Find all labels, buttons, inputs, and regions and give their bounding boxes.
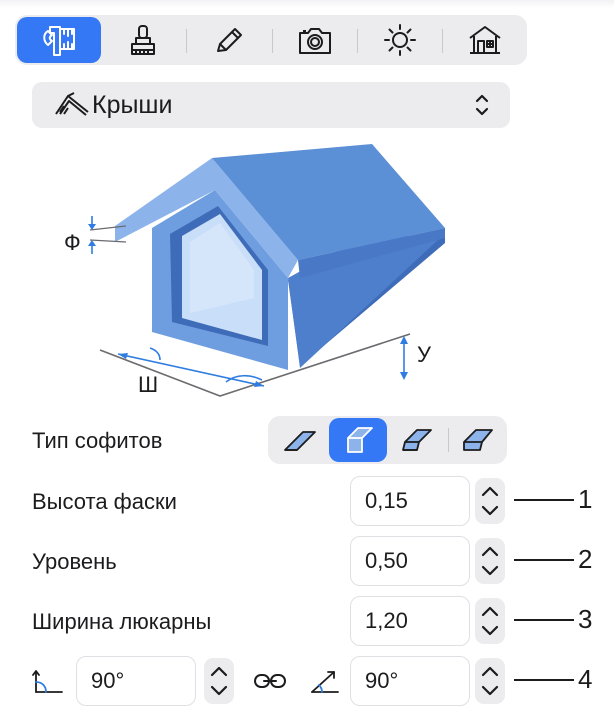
soffit-vertical-icon: [347, 427, 373, 453]
right-angle-stepper[interactable]: [475, 658, 505, 704]
callout-number-2: 2: [578, 544, 593, 574]
stepper-arrows-icon: [210, 666, 228, 696]
tool-lighting[interactable]: [358, 17, 442, 63]
tool-edit[interactable]: [187, 17, 271, 63]
callout-number-3: 3: [578, 604, 593, 634]
soffit-type-selector: [268, 416, 507, 464]
stepper-arrows-icon: [481, 486, 499, 516]
camera-icon: [299, 28, 331, 54]
left-angle-stepper[interactable]: [204, 658, 234, 704]
soffit-angled-icon: [402, 429, 432, 451]
soffit-option-flat[interactable]: [270, 418, 328, 462]
dormer-width-label: Ширина люкарны: [32, 609, 212, 634]
level-input[interactable]: 0,50: [350, 536, 470, 586]
top-fade: [0, 0, 614, 8]
sun-icon: [384, 24, 416, 56]
stepper-arrows-icon: [481, 666, 499, 696]
tool-toolbar: [15, 15, 527, 65]
tool-camera[interactable]: [273, 17, 357, 63]
callout-number-1: 1: [578, 484, 593, 514]
soffit-option-horizontal[interactable]: [449, 418, 507, 462]
callout-line-3: [514, 619, 574, 621]
level-dimension-label: У: [417, 342, 431, 367]
roof-icon: [55, 92, 89, 116]
link-chain-icon[interactable]: [252, 670, 288, 692]
callout-line-4: [514, 679, 574, 681]
fascia-height-label: Высота фаски: [32, 489, 177, 515]
stepper-arrows-icon: [481, 546, 499, 576]
width-dimension-label: Ш: [138, 372, 159, 397]
soffit-horizontal-icon: [463, 429, 493, 451]
fascia-height-label-text: Высота фаски: [32, 489, 177, 514]
soffit-type-label: Тип софитов: [32, 428, 163, 453]
level-label: Уровень: [32, 549, 117, 574]
callout-number-4: 4: [578, 664, 593, 694]
angle-left-icon: [32, 670, 63, 693]
brush-stamp-icon: [131, 25, 155, 55]
category-dropdown[interactable]: Крыши: [32, 82, 510, 128]
left-angle-input[interactable]: 90°: [76, 656, 196, 706]
soffit-option-vertical[interactable]: [329, 418, 387, 462]
fascia-height-input[interactable]: 0,15: [350, 476, 470, 526]
dormer-width-stepper[interactable]: [475, 598, 505, 644]
level-stepper[interactable]: [475, 538, 505, 584]
dormer-diagram: [88, 144, 445, 397]
pencil-icon: [217, 28, 242, 52]
fascia-height-stepper[interactable]: [475, 478, 505, 524]
callout-line-2: [514, 559, 574, 561]
soffit-option-angled[interactable]: [388, 418, 446, 462]
tool-materials[interactable]: [101, 17, 185, 63]
stepper-arrows-icon: [481, 606, 499, 636]
tool-measure[interactable]: [17, 17, 101, 63]
fascia-dimension-label: Ф: [64, 230, 81, 255]
dropdown-label: Крыши: [92, 90, 173, 119]
measure-ruler-icon: [43, 26, 75, 56]
tool-building[interactable]: [443, 17, 527, 63]
soffit-flat-icon: [284, 431, 316, 451]
right-angle-input[interactable]: 90°: [350, 656, 470, 706]
dormer-width-input[interactable]: 1,20: [350, 596, 470, 646]
angle-right-icon: [311, 671, 339, 693]
dormer-illustration: Ф Ш У: [40, 138, 460, 408]
house-icon: [469, 26, 501, 54]
callout-line-1: [514, 499, 574, 501]
chevron-up-down-icon: [475, 94, 489, 116]
